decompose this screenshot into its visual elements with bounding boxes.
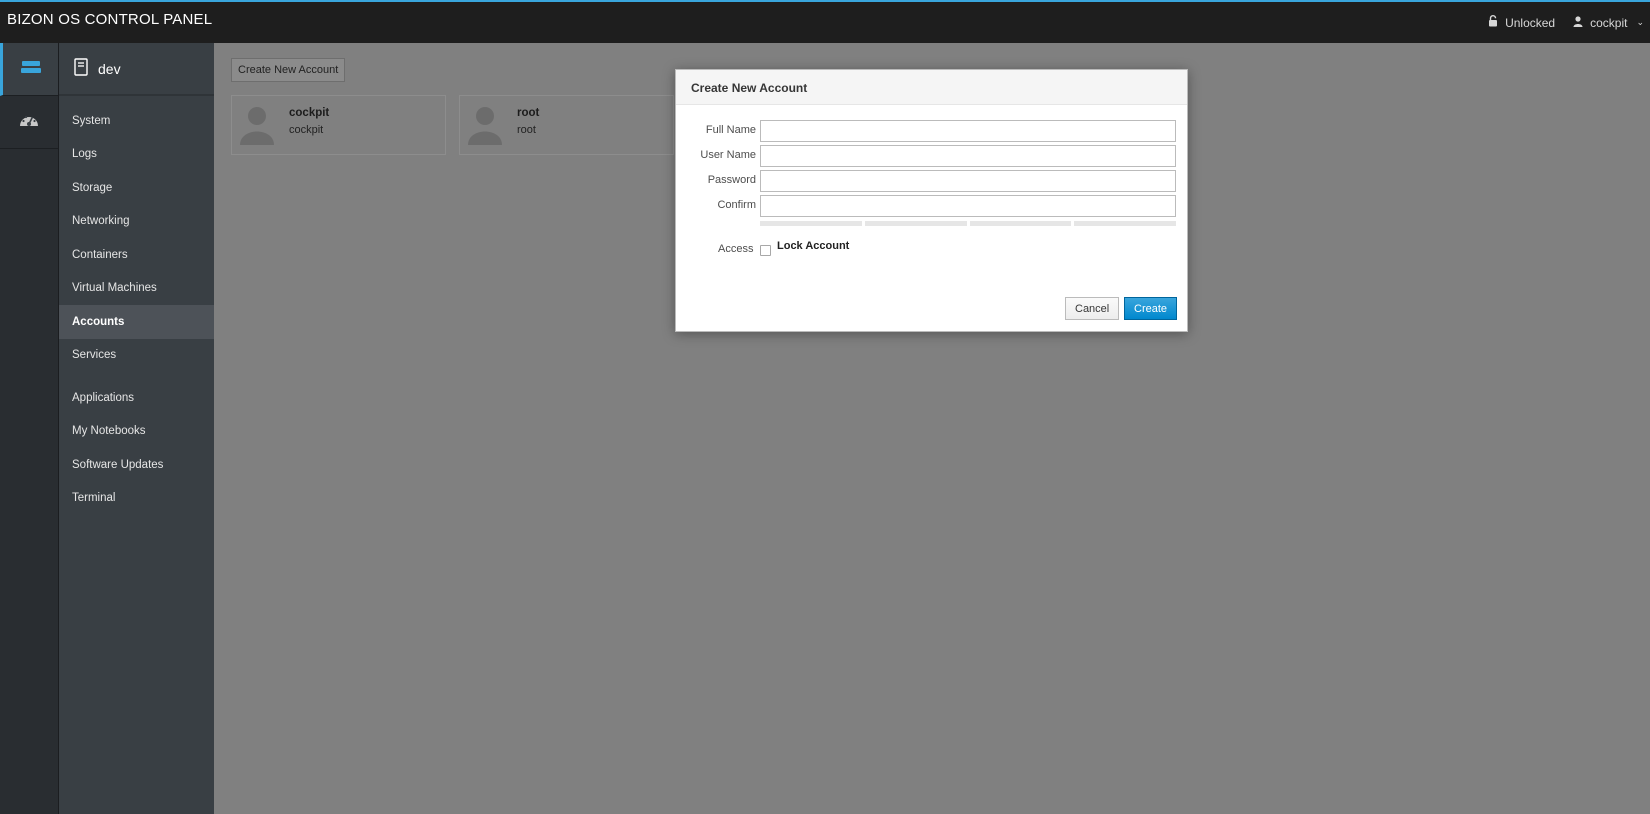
host-name: dev [98,60,121,77]
strength-segment [1074,221,1176,226]
server-icon [20,60,41,79]
icon-rail [0,43,59,814]
rail-item-host[interactable] [0,43,58,96]
sidebar-item-accounts[interactable]: Accounts [59,305,214,339]
full-name-row: Full Name [676,120,1189,142]
sidebar-item-containers[interactable]: Containers [59,238,214,272]
brand-title: BIZON OS CONTROL PANEL [7,11,213,28]
sidebar-item-my-notebooks[interactable]: My Notebooks [59,415,214,449]
password-label: Password [707,174,756,186]
chevron-down-icon: ⌄ [1636,17,1644,27]
sidebar-item-services[interactable]: Services [59,339,214,373]
cancel-button[interactable]: Cancel [1065,297,1120,320]
strength-segment [760,221,862,226]
document-icon [74,58,88,79]
sidebar-item-software-updates[interactable]: Software Updates [59,448,214,482]
full-name-label: Full Name [705,124,756,136]
account-username: root [517,124,536,136]
password-input[interactable] [760,170,1176,192]
account-name: cockpit [289,107,330,119]
confirm-password-input[interactable] [760,195,1176,217]
create-account-dialog: Create New Account Full Name User Name P… [675,69,1188,332]
unlock-icon [1488,15,1498,30]
sidebar-item-terminal[interactable]: Terminal [59,482,214,516]
user-name-row: User Name [676,145,1189,167]
sidebar-item-storage[interactable]: Storage [59,171,214,205]
avatar [468,105,502,150]
strength-segment [864,221,967,226]
user-menu[interactable]: cockpit ⌄ [1573,16,1644,30]
dialog-title: Create New Account [676,70,1187,105]
lock-status[interactable]: Unlocked [1488,15,1555,30]
host-selector[interactable]: dev [59,43,214,96]
nav-list: System Logs Storage Networking Container… [59,96,214,515]
lock-account-label[interactable]: Lock Account [777,240,849,252]
sidebar-item-logs[interactable]: Logs [59,138,214,172]
confirm-row: Confirm [676,195,1189,217]
user-name-label: User Name [700,149,756,161]
account-name: root [517,107,540,119]
user-menu-label: cockpit [1590,15,1628,30]
user-name-input[interactable] [760,145,1176,167]
sidebar-item-virtual-machines[interactable]: Virtual Machines [59,272,214,306]
full-name-input[interactable] [760,120,1176,142]
account-username: cockpit [289,124,324,136]
account-card-cockpit[interactable]: cockpit cockpit [231,95,446,155]
create-button[interactable]: Create [1124,297,1178,320]
top-right-controls: Unlocked cockpit ⌄ [1488,15,1644,30]
sidebar-item-applications[interactable]: Applications [59,381,214,415]
account-card-root[interactable]: root root [459,95,674,155]
rail-item-dashboard[interactable] [0,96,58,149]
sidebar-nav: dev System Logs Storage Networking Conta… [59,43,214,814]
create-new-account-button[interactable]: Create New Account [231,58,346,82]
lock-status-label: Unlocked [1505,15,1556,30]
lock-account-checkbox[interactable] [760,245,771,256]
user-icon [1573,15,1583,30]
confirm-label: Confirm [717,199,756,211]
strength-segment [969,221,1072,226]
dashboard-icon [19,112,39,133]
sidebar-item-networking[interactable]: Networking [59,205,214,239]
nav-divider [59,372,214,381]
access-label: Access [718,243,754,255]
password-strength-meter [760,221,1176,226]
top-bar: BIZON OS CONTROL PANEL Unlocked cockpit … [0,0,1650,43]
sidebar-item-system[interactable]: System [59,104,214,138]
avatar [240,105,274,150]
password-row: Password [676,170,1189,192]
